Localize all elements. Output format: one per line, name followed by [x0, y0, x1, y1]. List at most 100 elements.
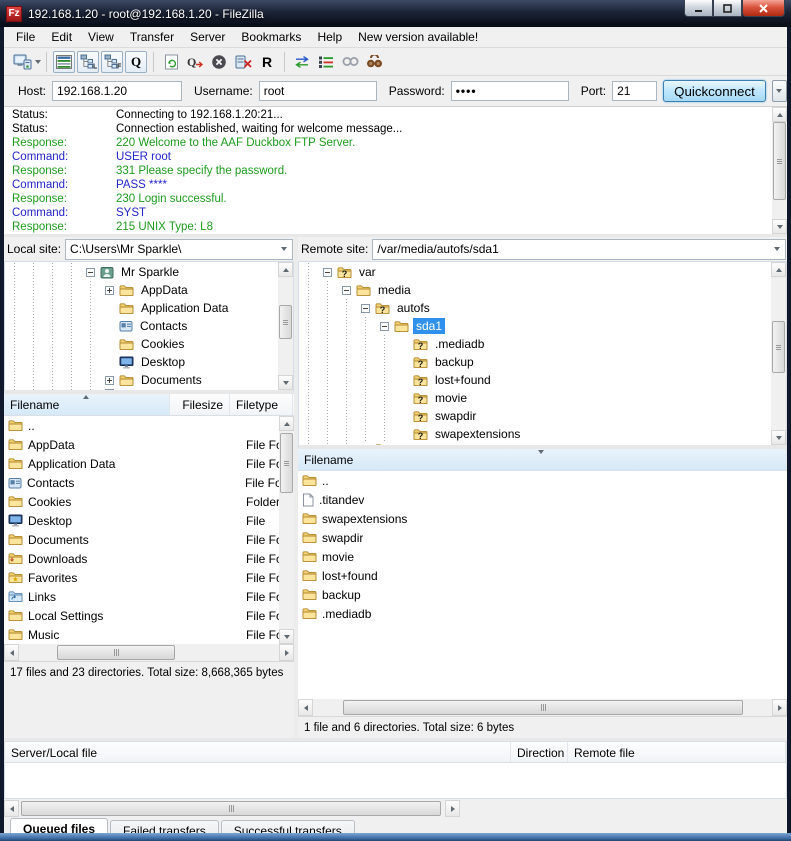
scroll-left-icon[interactable] [4, 644, 19, 661]
queue-horizontal-scrollbar[interactable] [4, 800, 460, 817]
sync-browsing-button[interactable] [339, 51, 361, 73]
tree-row-downloads[interactable]: Downloads [5, 389, 278, 390]
queue-view-toggle-button[interactable]: Q [125, 51, 147, 73]
menu-item-view[interactable]: View [80, 28, 122, 46]
scroll-right-icon[interactable] [445, 800, 460, 817]
collapse-icon[interactable] [380, 322, 389, 331]
tab-queued-files[interactable]: Queued files [10, 818, 108, 833]
remote-horizontal-scrollbar[interactable] [298, 699, 787, 716]
scroll-down-icon[interactable] [278, 375, 293, 390]
filter-button[interactable] [315, 51, 337, 73]
close-button[interactable] [742, 0, 785, 17]
file-row-lost-found[interactable]: lost+found [298, 566, 787, 585]
reconnect-button[interactable]: R [256, 51, 278, 73]
file-row-[interactable]: .. [298, 471, 787, 490]
file-row-desktop[interactable]: Desktop File [4, 511, 279, 530]
file-row-backup[interactable]: backup [298, 585, 787, 604]
collapse-icon[interactable] [342, 286, 351, 295]
file-row-application-data[interactable]: Application Data File Folder [4, 454, 279, 473]
tab-failed-transfers[interactable]: Failed transfers [110, 820, 219, 833]
menu-item-edit[interactable]: Edit [43, 28, 80, 46]
tree-row-swapextensions[interactable]: ?swapextensions [299, 425, 771, 443]
tree-row-lost-found[interactable]: ?lost+found [299, 371, 771, 389]
tree-row-autofs[interactable]: ?autofs [299, 299, 771, 317]
site-manager-button[interactable] [11, 51, 33, 73]
file-row-music[interactable]: Music File Folder [4, 625, 279, 644]
column-header-filename[interactable]: Filename [298, 449, 787, 470]
local-treeview-toggle-button[interactable]: L [77, 51, 99, 73]
menu-item-server[interactable]: Server [182, 28, 233, 46]
file-row-swapdir[interactable]: swapdir [298, 528, 787, 547]
menu-item-bookmarks[interactable]: Bookmarks [233, 28, 309, 46]
tree-row-mr-sparkle[interactable]: Mr Sparkle [5, 263, 278, 281]
quickconnect-dropdown[interactable] [772, 80, 787, 102]
expand-icon[interactable] [105, 376, 114, 385]
tree-row-mediadb[interactable]: ?.mediadb [299, 335, 771, 353]
file-row-appdata[interactable]: AppData File Folder [4, 435, 279, 454]
expand-icon[interactable] [105, 286, 114, 295]
minimize-button[interactable] [684, 0, 713, 17]
file-row-downloads[interactable]: Downloads File Folder [4, 549, 279, 568]
refresh-button[interactable] [160, 51, 182, 73]
collapse-icon[interactable] [361, 304, 370, 313]
scroll-up-icon[interactable] [279, 416, 294, 431]
collapse-icon[interactable] [86, 268, 95, 277]
scroll-left-icon[interactable] [4, 800, 19, 817]
tab-successful-transfers[interactable]: Successful transfers [221, 820, 355, 833]
file-row-links[interactable]: Links File Folder [4, 587, 279, 606]
scroll-right-icon[interactable] [772, 699, 787, 716]
tree-row-swapdir[interactable]: ?swapdir [299, 407, 771, 425]
file-row-[interactable]: .. [4, 416, 279, 435]
remote-tree-scrollbar[interactable] [771, 262, 786, 445]
tree-row-media[interactable]: media [299, 281, 771, 299]
local-list-scrollbar[interactable] [279, 416, 294, 644]
scroll-left-icon[interactable] [298, 699, 313, 716]
local-tree-scrollbar[interactable] [278, 262, 293, 390]
tree-row-movie[interactable]: ?movie [299, 389, 771, 407]
queue-column-server-local-file[interactable]: Server/Local file [5, 742, 511, 762]
scroll-down-icon[interactable] [279, 629, 294, 644]
file-row-titandev[interactable]: .titandev [298, 490, 787, 509]
queue-column-remote-file[interactable]: Remote file [568, 742, 786, 762]
cancel-button[interactable] [208, 51, 230, 73]
file-row-documents[interactable]: Documents File Folder [4, 530, 279, 549]
log-vertical-scrollbar[interactable] [772, 107, 787, 234]
file-row-mediadb[interactable]: .mediadb [298, 604, 787, 623]
tree-row-dvd[interactable]: ?dvd [299, 443, 771, 445]
port-input[interactable] [612, 81, 657, 101]
file-row-cookies[interactable]: Cookies Folder [4, 492, 279, 511]
file-row-swapextensions[interactable]: swapextensions [298, 509, 787, 528]
scroll-up-icon[interactable] [771, 262, 786, 277]
compare-button[interactable] [291, 51, 313, 73]
tree-row-backup[interactable]: ?backup [299, 353, 771, 371]
menu-item-help[interactable]: Help [309, 28, 350, 46]
maximize-button[interactable] [713, 0, 742, 17]
password-input[interactable] [451, 81, 569, 101]
host-input[interactable] [52, 81, 182, 101]
tree-row-sda1[interactable]: sda1 [299, 317, 771, 335]
queue-body[interactable] [4, 763, 787, 799]
tree-row-desktop[interactable]: Desktop [5, 353, 278, 371]
title-bar[interactable]: Fz 192.168.1.20 - root@192.168.1.20 - Fi… [0, 0, 791, 27]
local-horizontal-scrollbar[interactable] [4, 644, 294, 661]
tree-row-cookies[interactable]: Cookies [5, 335, 278, 353]
remote-site-combobox[interactable]: /var/media/autofs/sda1 [372, 239, 786, 260]
tree-row-application-data[interactable]: Application Data [5, 299, 278, 317]
file-row-movie[interactable]: movie [298, 547, 787, 566]
disconnect-button[interactable] [232, 51, 254, 73]
file-row-contacts[interactable]: Contacts File Folder [4, 473, 279, 492]
file-row-favorites[interactable]: ★ Favorites File Folder [4, 568, 279, 587]
scroll-up-icon[interactable] [772, 107, 787, 122]
remote-treeview-toggle-button[interactable]: F [101, 51, 123, 73]
expand-icon[interactable] [105, 389, 114, 390]
chevron-down-icon[interactable] [769, 240, 785, 259]
chevron-down-icon[interactable] [276, 240, 292, 259]
find-button[interactable] [363, 51, 385, 73]
scroll-down-icon[interactable] [771, 430, 786, 445]
column-header-filetype[interactable]: Filetype [230, 394, 293, 415]
menu-item-file[interactable]: File [8, 28, 43, 46]
tree-row-contacts[interactable]: Contacts [5, 317, 278, 335]
column-header-filename[interactable]: Filename [4, 394, 170, 415]
menu-item-new-version-available[interactable]: New version available! [350, 28, 486, 46]
scroll-up-icon[interactable] [278, 262, 293, 277]
